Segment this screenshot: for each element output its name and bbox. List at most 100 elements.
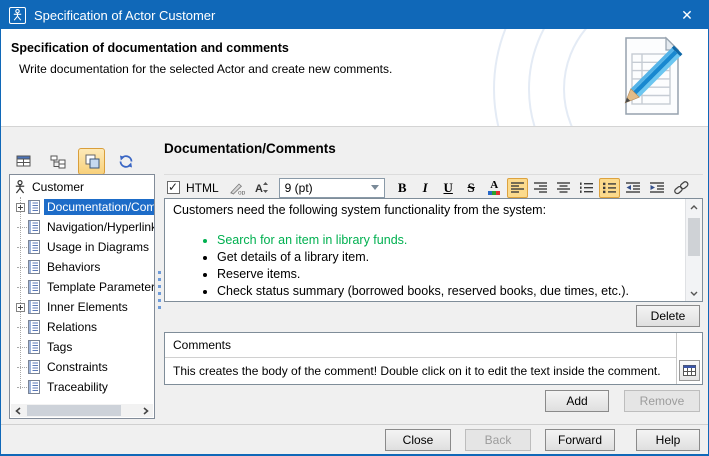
tree-item[interactable]: Usage in Diagrams: [10, 237, 154, 257]
doc-bullet-list: Search for an item in library funds.Get …: [217, 232, 680, 298]
numbered-list-icon[interactable]: [576, 178, 597, 198]
document-pencil-icon: [608, 34, 696, 123]
align-right-icon[interactable]: [530, 178, 551, 198]
tree-connector: [17, 387, 27, 388]
hyperlink-icon[interactable]: [670, 178, 693, 198]
outdent-icon[interactable]: [622, 178, 644, 198]
scroll-right-icon[interactable]: [139, 404, 153, 417]
bullet-list-icon[interactable]: [599, 178, 620, 198]
color-swatches: [488, 191, 500, 195]
panel-splitter[interactable]: [158, 271, 162, 313]
tree-item[interactable]: Inner Elements: [10, 297, 154, 317]
forward-button[interactable]: Forward: [545, 429, 615, 451]
tree-item[interactable]: Relations: [10, 317, 154, 337]
scrollbar-thumb[interactable]: [27, 405, 121, 416]
tree-connector: [17, 227, 27, 228]
document-icon: [28, 240, 40, 254]
specification-dialog: Specification of Actor Customer ✕ Specif…: [0, 0, 709, 456]
italic-glyph: I: [423, 180, 428, 196]
indent-icon[interactable]: [646, 178, 668, 198]
editor-toolbar: HTML op A 9 (pt) B I U: [164, 174, 703, 198]
help-button[interactable]: Help: [636, 429, 700, 451]
scroll-up-icon[interactable]: [686, 199, 702, 215]
tree-item-label: Navigation/Hyperlinks: [44, 219, 154, 235]
tree-item[interactable]: Navigation/Hyperlinks: [10, 217, 154, 237]
close-icon[interactable]: ✕: [666, 1, 708, 29]
align-center-icon[interactable]: [553, 178, 574, 198]
view-toolbar: [10, 148, 139, 175]
svg-text:A: A: [255, 183, 263, 194]
switch-view-icon[interactable]: [78, 148, 105, 175]
strikethrough-glyph: S: [468, 180, 475, 196]
back-button: Back: [465, 429, 531, 451]
underline-glyph: U: [443, 180, 452, 196]
font-color-button[interactable]: A: [484, 178, 505, 198]
actor-icon: [15, 180, 25, 194]
editor-vertical-scrollbar[interactable]: [685, 199, 702, 301]
doc-bullet: Check status summary (borrowed books, re…: [217, 283, 680, 298]
dialog-header: Specification of documentation and comme…: [1, 29, 708, 127]
italic-button[interactable]: I: [415, 178, 436, 198]
font-size-select[interactable]: 9 (pt): [279, 178, 385, 198]
doc-bullet: Reserve items.: [217, 266, 680, 282]
tree-item[interactable]: Constraints: [10, 357, 154, 377]
align-left-icon[interactable]: [507, 178, 528, 198]
spec-tree-panel: Customer Documentation/Comments Navigatio…: [9, 174, 155, 419]
window-title: Specification of Actor Customer: [34, 8, 215, 23]
comments-table: Comments This creates the body of the co…: [164, 332, 703, 385]
scroll-left-icon[interactable]: [11, 404, 25, 417]
document-icon: [28, 300, 40, 314]
tree-item[interactable]: Behaviors: [10, 257, 154, 277]
tree-connector: [17, 247, 27, 248]
tree-item-label: Inner Elements: [44, 299, 131, 315]
delete-button[interactable]: Delete: [636, 305, 700, 327]
tree-item[interactable]: Traceability: [10, 377, 154, 397]
font-size-icon[interactable]: A: [251, 178, 272, 198]
comments-rows: This creates the body of the comment! Do…: [165, 358, 676, 384]
underline-button[interactable]: U: [438, 178, 459, 198]
expand-plus-icon[interactable]: [16, 203, 25, 212]
document-icon: [28, 380, 40, 394]
document-icon: [28, 200, 40, 214]
tree-connector: [17, 347, 27, 348]
add-button[interactable]: Add: [545, 390, 609, 412]
tree-item-label: Traceability: [44, 379, 111, 395]
comments-actions: Add Remove: [545, 390, 700, 412]
tree-item-label: Customer: [29, 179, 87, 195]
pencil-edit-icon[interactable]: op: [227, 178, 249, 198]
html-checkbox-label: HTML: [186, 181, 219, 195]
document-icon: [28, 360, 40, 374]
scrollbar-thumb[interactable]: [688, 218, 700, 256]
documentation-editor[interactable]: Customers need the following system func…: [164, 198, 703, 302]
tree-view-icon[interactable]: [44, 148, 71, 175]
tree-item-label: Documentation/Comments: [44, 199, 154, 215]
strikethrough-button[interactable]: S: [461, 178, 482, 198]
scroll-down-icon[interactable]: [686, 285, 702, 301]
bold-glyph: B: [398, 180, 407, 196]
tree-item-label: Tags: [44, 339, 75, 355]
tree-item-root[interactable]: Customer: [10, 177, 154, 197]
tree-item-label: Usage in Diagrams: [44, 239, 152, 255]
font-color-glyph: A: [490, 181, 498, 190]
expand-plus-icon[interactable]: [16, 303, 25, 312]
properties-table-icon[interactable]: [10, 148, 37, 175]
refresh-icon[interactable]: [112, 148, 139, 175]
comments-side-column: [676, 333, 702, 384]
comment-row[interactable]: This creates the body of the comment! Do…: [165, 358, 676, 384]
tree-horizontal-scrollbar[interactable]: [11, 404, 153, 417]
tree-item[interactable]: Template Parameters: [10, 277, 154, 297]
close-button[interactable]: Close: [385, 429, 451, 451]
footer-divider: [1, 424, 708, 425]
edit-in-table-button[interactable]: [679, 360, 700, 381]
document-icon: [28, 260, 40, 274]
tree-item[interactable]: Documentation/Comments: [10, 197, 154, 217]
tree-item-label: Relations: [44, 319, 100, 335]
tree-item-label: Template Parameters: [44, 279, 154, 295]
document-icon: [28, 280, 40, 294]
tree-item[interactable]: Tags: [10, 337, 154, 357]
html-checkbox[interactable]: [167, 181, 180, 194]
doc-intro: Customers need the following system func…: [173, 202, 680, 218]
tree-connector: [17, 287, 27, 288]
bold-button[interactable]: B: [392, 178, 413, 198]
dialog-footer: Close Back Forward Help: [385, 429, 700, 451]
